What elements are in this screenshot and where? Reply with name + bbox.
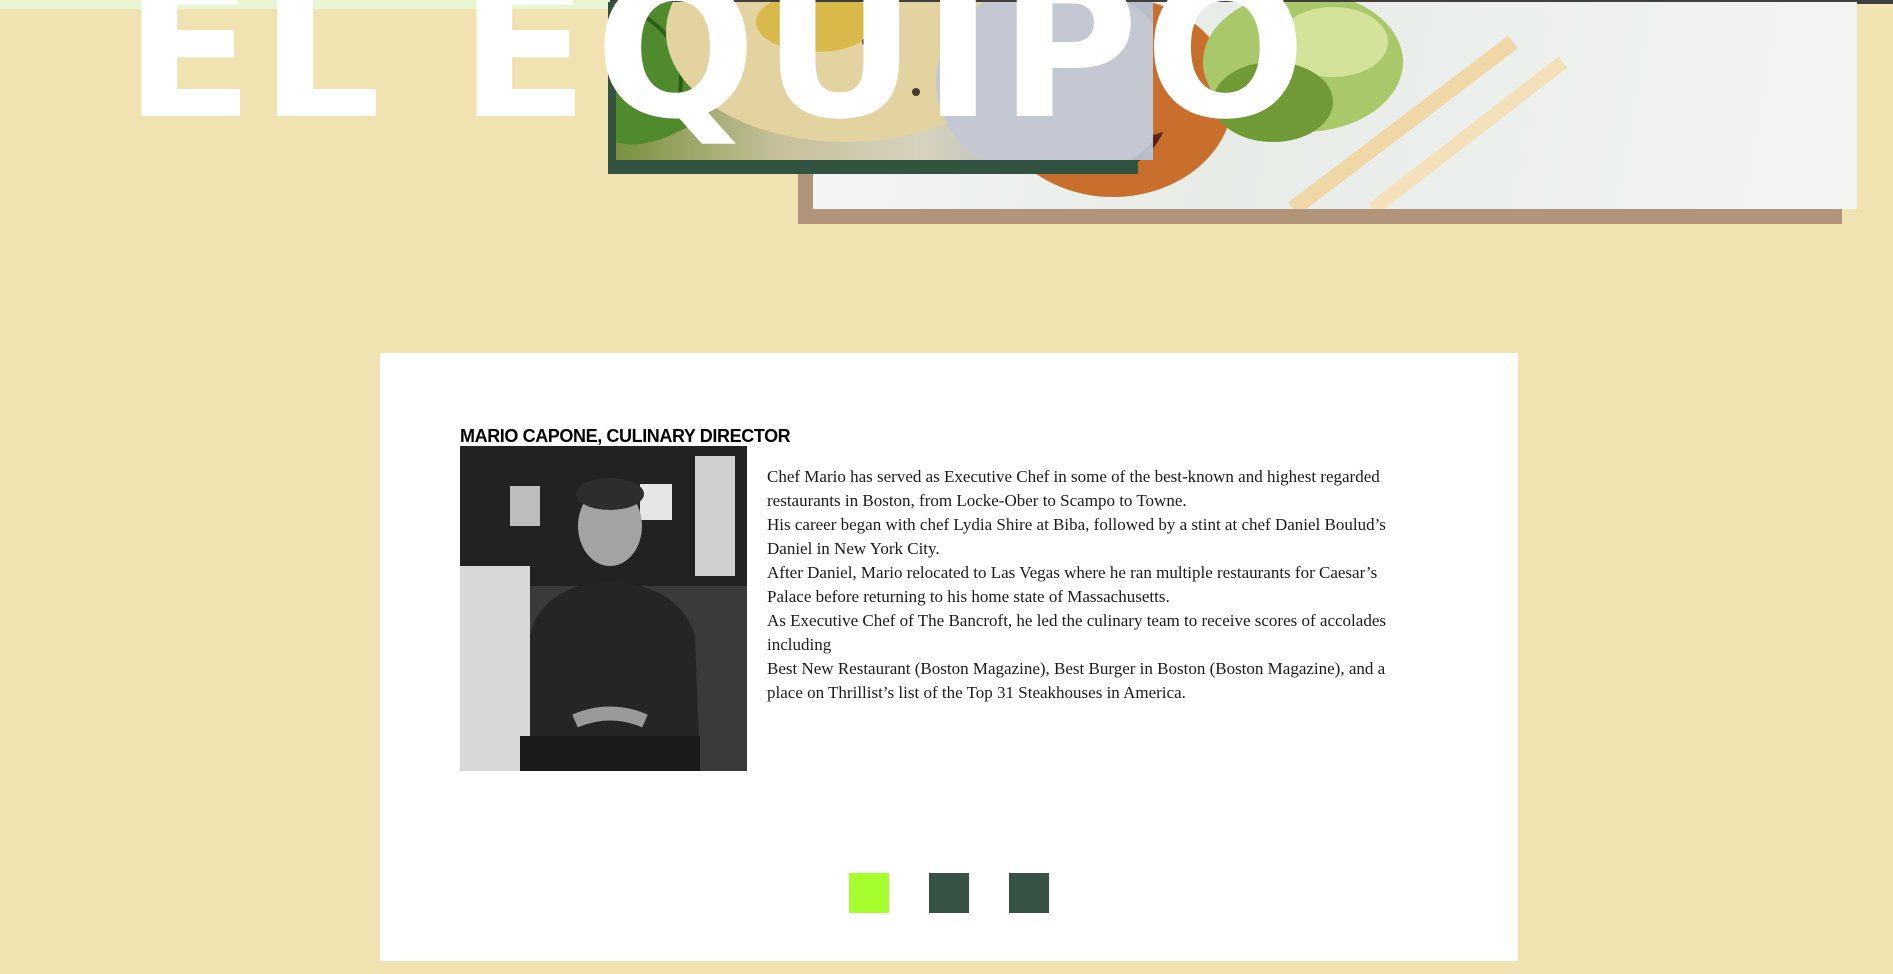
slider-dot-3[interactable] [1009, 873, 1049, 913]
slider-pagination [849, 873, 1049, 913]
member-name: MARIO CAPONE, CULINARY DIRECTOR [460, 426, 791, 446]
chef-photo [460, 446, 747, 771]
bio-paragraph: Best New Restaurant (Boston Magazine), B… [767, 659, 1386, 702]
bio-paragraph: Chef Mario has served as Executive Chef … [767, 467, 1380, 510]
bio-paragraph: After Daniel, Mario relocated to Las Veg… [767, 563, 1378, 606]
slider-dot-1[interactable] [849, 873, 889, 913]
page-title: EL EQUIPO [124, 0, 1313, 161]
bio-paragraph: His career began with chef Lydia Shire a… [767, 515, 1386, 558]
slider-dot-2[interactable] [929, 873, 969, 913]
team-card: MARIO CAPONE, CULINARY DIRECTOR Chef Mar… [380, 353, 1518, 961]
bio-paragraph: As Executive Chef of The Bancroft, he le… [767, 611, 1386, 654]
member-bio: Chef Mario has served as Executive Chef … [767, 465, 1407, 705]
